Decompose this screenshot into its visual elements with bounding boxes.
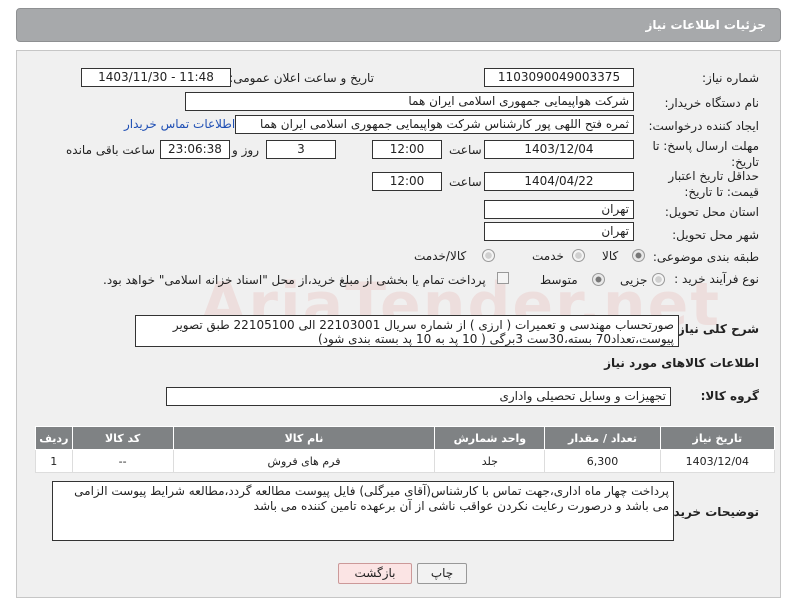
col-row: ردیف [35,426,73,450]
goods-group-field: تجهیزات و وسایل تحصیلی واداری [166,387,671,406]
need-number-field: 1103090049003375 [484,68,634,87]
category-radio-service[interactable] [572,249,585,262]
price-validity-date-field: 1404/04/22 [484,172,634,191]
reply-date-field: 1403/12/04 [484,140,634,159]
process-radio-medium[interactable] [592,273,605,286]
reply-time-label: ساعت [449,143,482,157]
process-option-medium: متوسط [540,273,578,287]
cell-unit: جلد [434,449,546,473]
category-label: طبقه بندی موضوعی: [652,250,759,264]
col-unit: واحد شمارش [434,426,546,450]
reply-deadline-label: مهلت ارسال پاسخ: تا تاریخ: [652,139,759,169]
col-code: کد کالا [71,426,174,450]
table-row: 1 -- فرم های فروش جلد 6,300 1403/12/04 [35,449,776,473]
process-label: نوع فرآیند خرید : [674,272,759,286]
cell-qty: 6,300 [544,449,661,473]
price-validity-label: حداقل تاریخ اعتبار قیمت: تا تاریخ: [668,169,759,199]
city-field: تهران [484,222,634,241]
cell-code: -- [71,449,174,473]
remaining-time-field: 23:06:38 [160,140,230,159]
back-button[interactable]: بازگشت [338,563,412,584]
announce-field: 1403/11/30 - 11:48 [81,68,231,87]
col-qty: تعداد / مقدار [544,426,661,450]
price-validity-time-field: 12:00 [372,172,442,191]
province-label: استان محل تحویل: [664,205,759,219]
cell-name: فرم های فروش [172,449,436,473]
goods-section-title: اطلاعات کالاهای مورد نیاز [604,356,759,370]
category-radio-goods[interactable] [632,249,645,262]
reply-time-field: 12:00 [372,140,442,159]
page-title: جزئیات اطلاعات نیاز [645,18,766,32]
requester-label: ایجاد کننده درخواست: [648,119,759,133]
col-date: تاریخ نیاز [659,426,776,450]
cell-row: 1 [35,449,73,473]
category-option-goods-service: کالا/خدمت [414,249,467,263]
payment-checkbox[interactable] [497,272,509,284]
buyer-org-field: شرکت هواپیمایی جمهوری اسلامی ایران هما [185,92,634,111]
process-option-minor: جزیی [620,273,648,287]
city-label: شهر محل تحویل: [672,228,759,242]
category-option-goods: کالا [602,249,619,263]
category-option-service: خدمت [532,249,564,263]
remaining-days-field: 3 [266,140,336,159]
price-validity-time-label: ساعت [449,175,482,189]
remaining-days-label: روز و [232,143,259,157]
cell-date: 1403/12/04 [659,449,776,473]
process-radio-minor[interactable] [652,273,665,286]
category-radio-goods-service[interactable] [482,249,495,262]
province-field: تهران [484,200,634,219]
page-header: جزئیات اطلاعات نیاز [16,8,781,42]
announce-label: تاریخ و ساعت اعلان عمومی: [229,71,374,85]
print-button[interactable]: چاپ [417,563,467,584]
remaining-time-label: ساعت باقی مانده [66,143,156,157]
description-label: شرح کلی نیاز: [673,322,759,336]
requester-field: ثمره فتح اللهی پور کارشناس شرکت هواپیمای… [235,115,634,134]
col-name: نام کالا [172,426,436,450]
payment-note: پرداخت تمام یا بخشی از مبلغ خرید،از محل … [103,273,486,287]
buyer-org-label: نام دستگاه خریدار: [664,96,760,110]
buyer-notes-field: پرداخت چهار ماه اداری،جهت تماس با کارشنا… [52,481,674,541]
goods-table: ردیف کد کالا نام کالا واحد شمارش تعداد /… [35,426,776,473]
goods-group-label: گروه کالا: [700,389,759,403]
buyer-contact-link[interactable]: اطلاعات تماس خریدار [124,117,235,131]
need-number-label: شماره نیاز: [702,71,759,85]
description-field: صورتحساب مهندسی و تعمیرات ( ارزی ) از شم… [135,315,679,347]
